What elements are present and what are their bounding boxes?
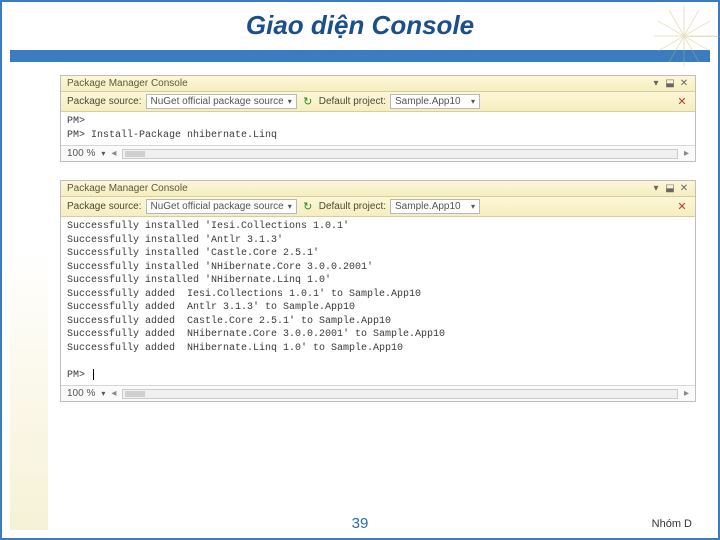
horizontal-scrollbar[interactable] <box>122 149 678 159</box>
text-cursor <box>93 369 94 380</box>
panel-titlebar: Package Manager Console ▾ ⬓ ✕ <box>61 76 695 92</box>
console-panel-1: Package Manager Console ▾ ⬓ ✕ Package so… <box>60 75 696 162</box>
pin-icon[interactable]: ⬓ <box>665 78 675 89</box>
horizontal-scrollbar[interactable] <box>122 389 678 399</box>
project-label: Default project: <box>319 96 386 107</box>
refresh-icon[interactable]: ↻ <box>301 95 315 109</box>
zoom-caret-icon[interactable]: ▾ <box>101 389 105 398</box>
footer-group: Nhóm D <box>652 518 692 530</box>
close-icon[interactable]: ✕ <box>679 183 689 194</box>
source-label: Package source: <box>67 201 142 212</box>
project-label: Default project: <box>319 201 386 212</box>
panel-toolbar: Package source: NuGet official package s… <box>61 197 695 217</box>
clear-icon[interactable]: ✕ <box>675 200 689 214</box>
console-panel-2: Package Manager Console ▾ ⬓ ✕ Package so… <box>60 180 696 402</box>
panel-footer: 100 % ▾ ◂ ▸ <box>61 385 695 401</box>
default-project-dropdown[interactable]: Sample.App10▾ <box>390 94 480 109</box>
zoom-level: 100 % <box>67 148 95 159</box>
refresh-icon[interactable]: ↻ <box>301 200 315 214</box>
panel-title: Package Manager Console <box>67 183 188 194</box>
pin-icon[interactable]: ⬓ <box>665 183 675 194</box>
chevron-down-icon: ▾ <box>288 97 292 106</box>
page-number: 39 <box>352 515 369 532</box>
chevron-down-icon: ▾ <box>471 97 475 106</box>
console-output[interactable]: Successfully installed 'Iesi.Collections… <box>61 217 695 385</box>
close-icon[interactable]: ✕ <box>679 78 689 89</box>
dropdown-icon[interactable]: ▾ <box>651 78 661 89</box>
panel-footer: 100 % ▾ ◂ ▸ <box>61 145 695 161</box>
package-source-dropdown[interactable]: NuGet official package source▾ <box>146 94 297 109</box>
source-label: Package source: <box>67 96 142 107</box>
panel-title: Package Manager Console <box>67 78 188 89</box>
default-project-dropdown[interactable]: Sample.App10▾ <box>390 199 480 214</box>
package-source-dropdown[interactable]: NuGet official package source▾ <box>146 199 297 214</box>
slide-title: Giao diện Console <box>0 10 720 41</box>
chevron-down-icon: ▾ <box>471 202 475 211</box>
panel-toolbar: Package source: NuGet official package s… <box>61 92 695 112</box>
zoom-caret-icon[interactable]: ▾ <box>101 149 105 158</box>
chevron-down-icon: ▾ <box>288 202 292 211</box>
zoom-level: 100 % <box>67 388 95 399</box>
dropdown-icon[interactable]: ▾ <box>651 183 661 194</box>
clear-icon[interactable]: ✕ <box>675 95 689 109</box>
console-output[interactable]: PM> PM> Install-Package nhibernate.Linq <box>61 112 695 145</box>
panel-titlebar: Package Manager Console ▾ ⬓ ✕ <box>61 181 695 197</box>
